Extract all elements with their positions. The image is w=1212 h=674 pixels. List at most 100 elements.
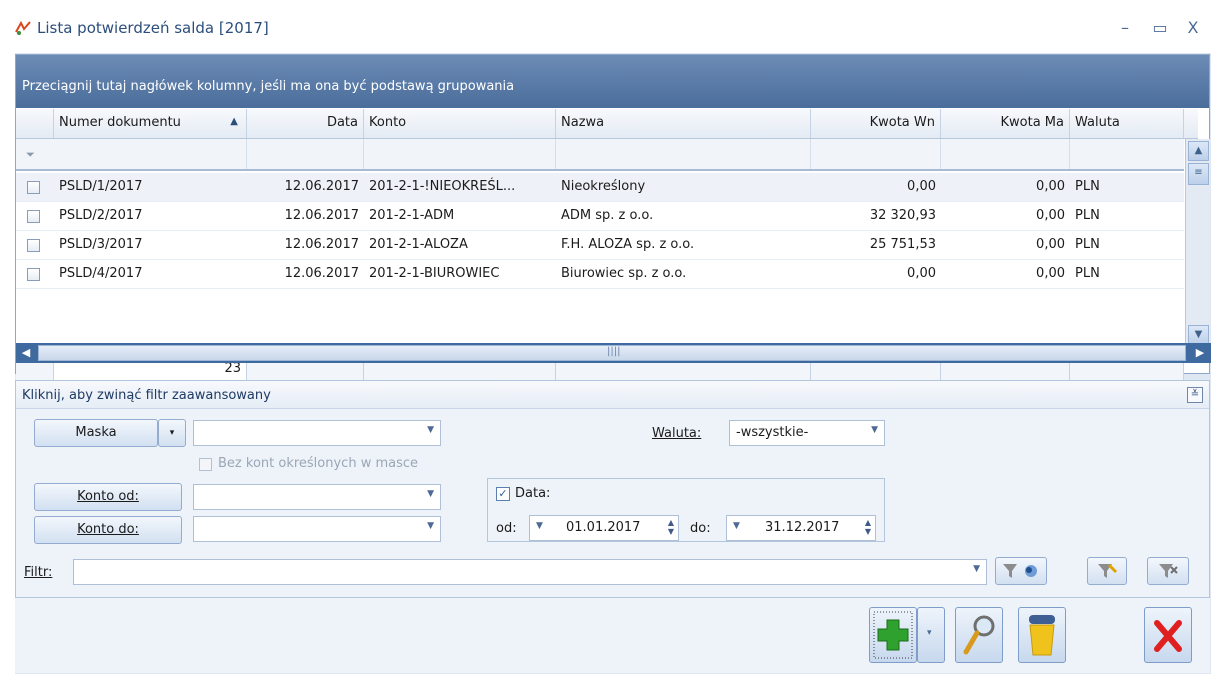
cell-numer: PSLD/2/2017 [59, 208, 143, 223]
konto-od-label: Konto od: [77, 489, 139, 504]
cell-numer: PSLD/3/2017 [59, 237, 143, 252]
minimize-button[interactable]: – [1114, 18, 1136, 38]
header-numer-dokumentu[interactable]: Numer dokumentu ▲ [54, 109, 247, 138]
view-button[interactable] [955, 607, 1003, 663]
delete-button[interactable] [1018, 607, 1066, 663]
filtr-input[interactable]: ▼ [73, 559, 987, 585]
konto-od-button[interactable]: Konto od: [34, 483, 182, 511]
bez-kont-checkbox[interactable] [199, 458, 212, 471]
group-by-area[interactable]: Przeciągnij tutaj nagłówek kolumny, jeśl… [16, 55, 1209, 108]
scroll-right-icon[interactable]: ▶ [1190, 343, 1210, 363]
spinner-icon[interactable]: ▲ ▼ [668, 518, 674, 536]
konto-do-button[interactable]: Konto do: [34, 516, 182, 544]
konto-do-combo[interactable]: ▼ [193, 516, 441, 542]
waluta-combo[interactable]: -wszystkie- ▼ [729, 420, 885, 446]
funnel-clear-icon [1159, 564, 1178, 578]
header-data[interactable]: Data [247, 109, 364, 138]
grip-icon: |||| [607, 346, 621, 357]
chevron-down-icon: ▼ [427, 425, 434, 435]
cell-kwota-wn: 25 751,53 [869, 237, 936, 252]
maska-combo[interactable]: ▼ [193, 420, 441, 446]
cell-nazwa: Nieokreślony [561, 179, 646, 194]
cell-waluta: PLN [1075, 179, 1100, 194]
close-window-button[interactable]: X [1182, 18, 1204, 38]
funnel-icon [1003, 564, 1037, 578]
filter-settings-button[interactable] [1087, 557, 1127, 585]
close-button[interactable] [1144, 607, 1192, 663]
do-label: do: [690, 521, 711, 536]
row-checkbox[interactable] [27, 239, 40, 252]
header-kwota-wn[interactable]: Kwota Wn [811, 109, 941, 138]
horizontal-scroll-thumb[interactable]: |||| [38, 345, 1186, 361]
scroll-up-icon[interactable]: ▲ [1188, 141, 1209, 161]
add-dropdown-button[interactable]: ▾ [917, 607, 945, 663]
cell-konto: 201-2-1-ADM [369, 208, 455, 223]
maska-dropdown-icon[interactable]: ▾ [158, 419, 186, 447]
cell-konto: 201-2-1-BIUROWIEC [369, 266, 500, 281]
filtr-label: Filtr: [24, 565, 52, 580]
auto-filter-row[interactable]: ⏷ [16, 139, 1184, 171]
cell-numer: PSLD/1/2017 [59, 179, 143, 194]
table-row[interactable]: PSLD/3/2017 12.06.2017 201-2-1-ALOZA F.H… [16, 231, 1184, 260]
date-from-value: 01.01.2017 [566, 520, 641, 535]
cell-waluta: PLN [1075, 237, 1100, 252]
chevron-down-icon[interactable]: ▼ [733, 521, 740, 531]
data-checkbox[interactable]: ✓ [496, 487, 510, 501]
maximize-button[interactable]: ▭ [1149, 18, 1171, 38]
date-to-input[interactable]: ▼ 31.12.2017 ▲ ▼ [726, 515, 876, 541]
apply-filter-button[interactable] [995, 557, 1047, 585]
trash-icon [1029, 615, 1055, 656]
filter-cell[interactable] [364, 139, 556, 169]
data-label: Data: [515, 486, 551, 501]
row-checkbox[interactable] [27, 210, 40, 223]
add-button[interactable] [869, 607, 917, 663]
filtr-label-text: Filtr: [24, 565, 53, 580]
magnifier-icon [963, 615, 995, 655]
clear-filter-button[interactable] [1147, 557, 1189, 585]
chevron-down-icon: ▼ [973, 564, 980, 574]
table-row[interactable]: PSLD/4/2017 12.06.2017 201-2-1-BIUROWIEC… [16, 260, 1184, 289]
horizontal-scrollbar[interactable]: ◀ |||| ▶ [16, 343, 1211, 363]
header-numer-label: Numer dokumentu [59, 115, 181, 130]
filter-cell[interactable] [556, 139, 811, 169]
documents-grid: Przeciągnij tutaj nagłówek kolumny, jeśl… [15, 54, 1211, 394]
cell-kwota-ma: 0,00 [1036, 266, 1065, 281]
collapse-chevron-icon[interactable]: ≚ [1187, 387, 1203, 403]
table-row[interactable]: PSLD/2/2017 12.06.2017 201-2-1-ADM ADM s… [16, 202, 1184, 231]
scroll-down-icon[interactable]: ▼ [1188, 325, 1209, 345]
row-checkbox[interactable] [27, 181, 40, 194]
header-nazwa[interactable]: Nazwa [556, 109, 811, 138]
cell-nazwa: ADM sp. z o.o. [561, 208, 654, 223]
chevron-down-icon[interactable]: ▼ [536, 521, 543, 531]
header-kwota-ma[interactable]: Kwota Ma [941, 109, 1070, 138]
filter-cell[interactable] [54, 139, 247, 169]
cell-kwota-wn: 32 320,93 [869, 208, 936, 223]
spinner-icon[interactable]: ▲ ▼ [865, 518, 871, 536]
filter-cell[interactable] [247, 139, 364, 169]
scroll-left-icon[interactable]: ◀ [16, 343, 36, 363]
title-bar: Lista potwierdzeń salda [2017] – ▭ X [0, 6, 1212, 52]
bez-kont-label: Bez kont określonych w masce [218, 456, 419, 471]
konto-od-combo[interactable]: ▼ [193, 484, 441, 510]
scroll-thumb[interactable]: ≡ [1188, 163, 1209, 185]
chevron-down-icon: ▼ [427, 489, 434, 499]
chevron-down-icon: ▼ [871, 425, 878, 435]
cell-data: 12.06.2017 [284, 266, 359, 281]
vertical-scrollbar[interactable]: ▲ ≡ ▼ [1185, 139, 1210, 347]
filter-collapse-toggle[interactable]: Kliknij, aby zwinąć filtr zaawansowany [16, 381, 1209, 409]
filter-cell[interactable] [941, 139, 1070, 169]
header-konto[interactable]: Konto [364, 109, 556, 138]
chevron-down-icon: ▼ [427, 521, 434, 531]
header-waluta[interactable]: Waluta [1070, 109, 1184, 138]
row-checkbox[interactable] [27, 268, 40, 281]
window-title: Lista potwierdzeń salda [2017] [37, 19, 269, 37]
cell-kwota-ma: 0,00 [1036, 237, 1065, 252]
date-from-input[interactable]: ▼ 01.01.2017 ▲ ▼ [529, 515, 679, 541]
maska-button[interactable]: Maska [34, 419, 158, 447]
table-row[interactable]: PSLD/1/2017 12.06.2017 201-2-1-!NIEOKREŚ… [16, 173, 1184, 202]
cell-nazwa: F.H. ALOZA sp. z o.o. [561, 237, 695, 252]
filter-cell[interactable] [811, 139, 941, 169]
waluta-label: Waluta: [652, 426, 701, 441]
cell-kwota-wn: 0,00 [907, 266, 936, 281]
sort-asc-icon: ▲ [230, 116, 238, 127]
